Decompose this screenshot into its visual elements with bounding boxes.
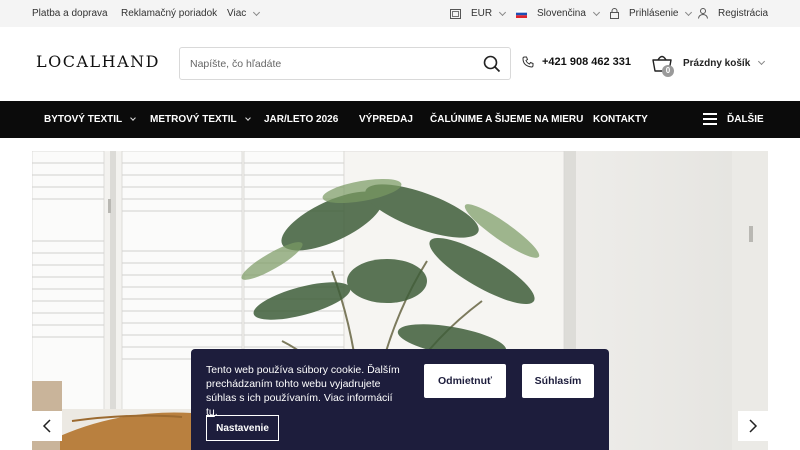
nav-item-bytovy-textil[interactable]: BYTOVÝ TEXTIL [44, 114, 137, 125]
nav-more-label: ĎALŠIE [727, 113, 764, 125]
reject-cookies-button[interactable]: Odmietnuť [424, 364, 506, 398]
login-label: Prihlásenie [629, 8, 679, 19]
chevron-down-icon [499, 8, 507, 16]
complaints-label: Reklamačný poriadok [121, 8, 218, 19]
nav-item-label: ČALÚNIME A ŠIJEME NA MIERU [430, 114, 584, 125]
slider-next-button[interactable] [738, 411, 768, 441]
cart-label: Prázdny košík [683, 57, 751, 69]
phone-contact[interactable]: +421 908 462 331 [522, 56, 631, 68]
cart-count-badge: 0 [662, 65, 674, 77]
chevron-down-icon [130, 115, 137, 121]
hamburger-menu-icon [703, 113, 717, 125]
chevron-down-icon [758, 57, 766, 66]
top-bar: Platba a doprava Reklamačný poriadok Via… [0, 0, 800, 27]
currency-label: EUR [471, 8, 493, 19]
cookie-text: Tento web používa súbory cookie. Ďalším … [206, 364, 400, 404]
accept-cookies-button[interactable]: Súhlasím [522, 364, 594, 398]
shipping-payment-link[interactable]: Platba a doprava [32, 8, 108, 19]
register-link[interactable]: Registrácia [698, 8, 768, 19]
chevron-down-icon [685, 8, 693, 16]
currency-icon [450, 8, 461, 19]
cart-button[interactable]: 0 Prázdny košík [651, 52, 766, 77]
nav-item-label: METROVÝ TEXTIL [150, 114, 237, 125]
main-navigation: BYTOVÝ TEXTIL METROVÝ TEXTIL JAR/LETO 20… [0, 101, 800, 138]
login-link[interactable]: Prihlásenie [610, 8, 693, 19]
search-box [179, 47, 511, 80]
chevron-down-icon [592, 8, 600, 16]
site-logo[interactable]: LOCALHAND [36, 52, 160, 71]
currency-selector[interactable]: EUR [450, 8, 507, 19]
shipping-payment-label: Platba a doprava [32, 8, 108, 19]
nav-item-label: KONTAKTY [593, 114, 648, 125]
nav-item-metrovy-textil[interactable]: METROVÝ TEXTIL [150, 114, 251, 125]
phone-number: +421 908 462 331 [542, 56, 632, 68]
phone-icon [522, 56, 534, 68]
chevron-down-icon [253, 8, 261, 16]
complaints-link[interactable]: Reklamačný poriadok [121, 8, 217, 19]
chevron-right-icon [749, 419, 758, 433]
search-input[interactable] [190, 56, 470, 72]
chevron-left-icon [42, 419, 51, 433]
language-label: Slovenčina [537, 8, 586, 19]
nav-item-kontakty[interactable]: KONTAKTY [593, 114, 648, 125]
nav-item-calunime[interactable]: ČALÚNIME A ŠIJEME NA MIERU [430, 114, 583, 125]
slovak-flag-icon [516, 9, 527, 18]
more-links-dropdown[interactable]: Viac [227, 8, 261, 19]
chevron-down-icon [244, 115, 251, 121]
nav-item-label: VÝPREDAJ [359, 114, 413, 125]
nav-item-label: JAR/LETO 2026 [264, 114, 339, 125]
cookie-consent-banner: Tento web používa súbory cookie. Ďalším … [191, 349, 609, 450]
nav-more-button[interactable]: ĎALŠIE [703, 113, 764, 125]
register-label: Registrácia [718, 8, 769, 19]
slider-prev-button[interactable] [32, 411, 62, 441]
cookie-message: Tento web používa súbory cookie. Ďalším … [206, 363, 406, 419]
search-icon[interactable] [483, 55, 501, 73]
nav-item-jar-leto[interactable]: JAR/LETO 2026 [264, 114, 338, 125]
user-icon [698, 8, 708, 19]
more-links-label: Viac [227, 8, 247, 19]
nav-item-vypredaj[interactable]: VÝPREDAJ [359, 114, 413, 125]
cookie-settings-button[interactable]: Nastavenie [206, 415, 279, 441]
language-selector[interactable]: Slovenčina [516, 8, 600, 19]
nav-item-label: BYTOVÝ TEXTIL [44, 114, 123, 125]
lock-icon [610, 8, 619, 19]
